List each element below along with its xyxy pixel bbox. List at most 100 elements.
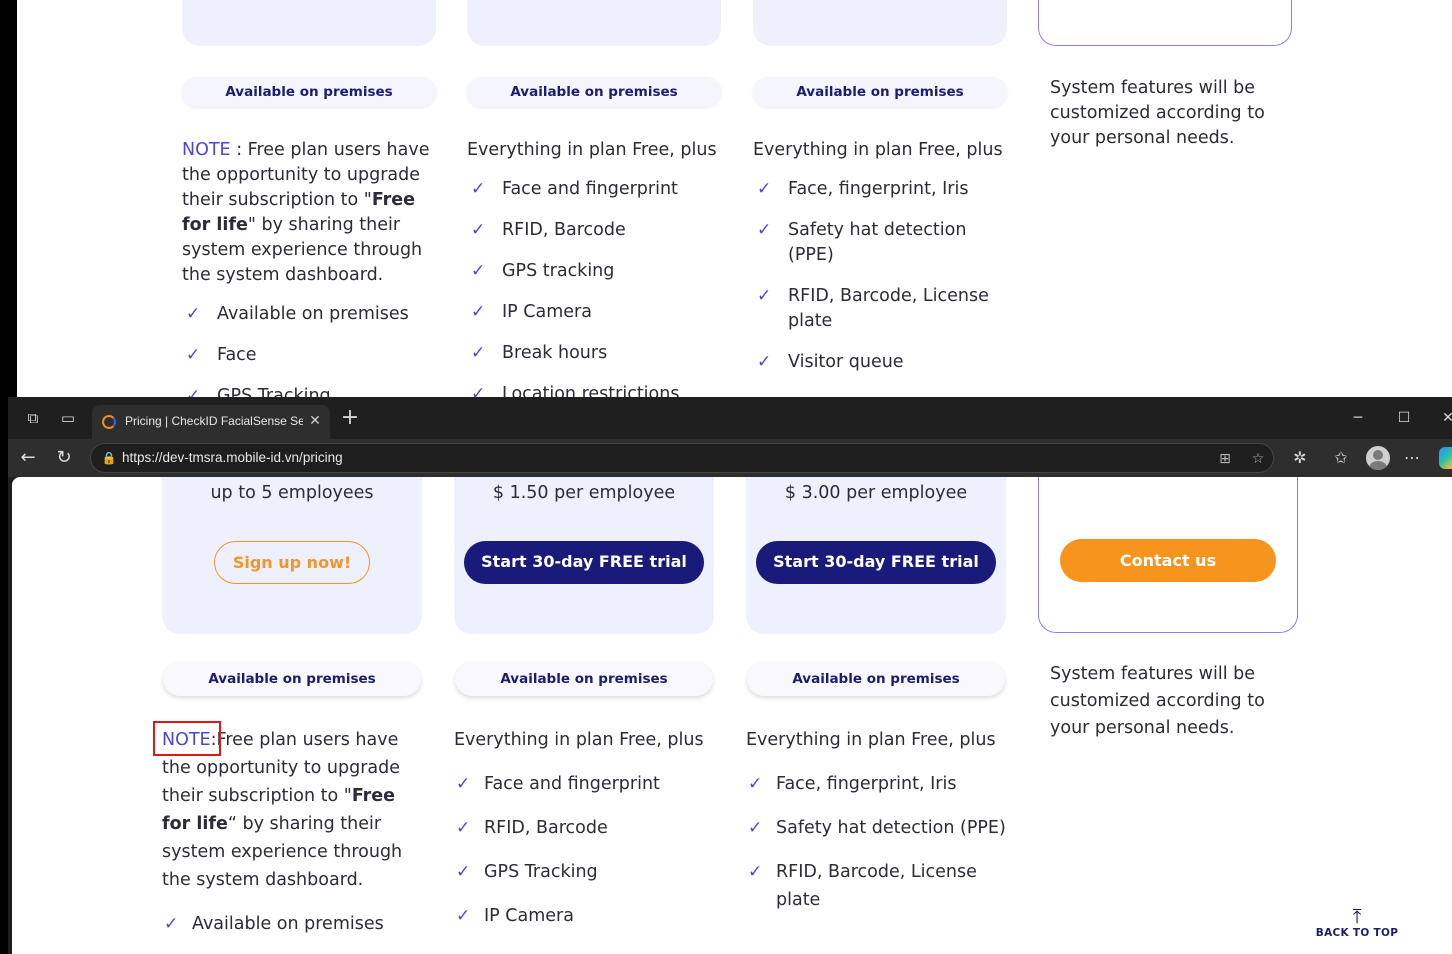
premium-plan-features: Everything in plan Free, plus ✓ Face, fin… bbox=[746, 726, 1008, 930]
check-icon: ✓ bbox=[748, 774, 763, 794]
title-bar: ⧉ ▭ Pricing | CheckID FacialSense Serv ✕… bbox=[8, 397, 1452, 439]
plan-card-enterprise: Contact us bbox=[1038, 477, 1298, 633]
feature-label: Face, fingerprint, Iris bbox=[788, 179, 969, 199]
check-icon: ✓ bbox=[471, 384, 486, 397]
free-plan-features: NOTE:Free plan users have the opportunit… bbox=[162, 726, 417, 954]
check-icon: ✓ bbox=[456, 862, 471, 882]
feature-label: GPS Tracking bbox=[484, 862, 598, 882]
background-pricing-page: Available on premises Available on premi… bbox=[17, 0, 1452, 397]
feature-label: RFID, Barcode, License plate bbox=[776, 862, 977, 910]
close-window-button[interactable]: ✕ bbox=[1428, 405, 1452, 431]
check-icon: ✓ bbox=[471, 261, 486, 281]
enterprise-description: System features will be customized accor… bbox=[1050, 664, 1265, 738]
list-item: ✓ GPS Tracking bbox=[454, 858, 716, 886]
arrow-up-icon: ⤒ bbox=[1352, 904, 1362, 928]
feature-label: Safety hat detection (PPE) bbox=[776, 818, 1006, 838]
minimize-button[interactable]: ─ bbox=[1338, 405, 1378, 431]
lock-icon[interactable]: 🔒 bbox=[101, 450, 117, 466]
list-item: ✓ Safety hat detection (PPE) bbox=[753, 218, 1015, 268]
list-item: ✓ Location restrictions bbox=[467, 382, 729, 397]
bg-premises-pill: Available on premises bbox=[182, 77, 436, 107]
browser-window: ⧉ ▭ Pricing | CheckID FacialSense Serv ✕… bbox=[8, 397, 1452, 954]
more-menu-icon[interactable]: ⋯ bbox=[1400, 447, 1424, 469]
bg-premium-features: Everything in plan Free, plus ✓ Face, fin… bbox=[753, 138, 1015, 391]
feature-label: RFID, Barcode bbox=[502, 220, 626, 240]
close-tab-icon[interactable]: ✕ bbox=[306, 412, 324, 430]
list-item: ✓ Available on premises bbox=[162, 910, 417, 938]
list-item: ✓ IP Camera bbox=[454, 902, 716, 930]
list-item: ✓ Face, fingerprint, Iris bbox=[753, 177, 1015, 202]
plan-intro: Everything in plan Free, plus bbox=[746, 730, 996, 750]
feature-label: Face and fingerprint bbox=[484, 774, 660, 794]
maximize-button[interactable]: ☐ bbox=[1384, 405, 1424, 431]
list-item: ✓ Face and fingerprint bbox=[467, 177, 729, 202]
app-available-icon[interactable]: ⊞ bbox=[1215, 449, 1235, 469]
feature-label: GPS tracking bbox=[502, 261, 615, 281]
extensions-icon[interactable]: ✲ bbox=[1288, 447, 1312, 469]
bg-note-paragraph: NOTE : Free plan users have the opportun… bbox=[182, 138, 444, 288]
sign-up-button[interactable]: Sign up now! bbox=[214, 541, 370, 584]
list-item: ✓ RFID, Barcode, License plate bbox=[753, 284, 1015, 334]
list-item: ✓ Available on premises bbox=[182, 302, 444, 327]
new-tab-button[interactable]: + bbox=[338, 407, 362, 431]
feature-label: Break hours bbox=[502, 343, 608, 363]
plan-card-premium: $ 3.00 per employee Start 30-day FREE tr… bbox=[746, 477, 1006, 634]
bg-plan-intro: Everything in plan Free, plus bbox=[753, 140, 1003, 160]
check-icon: ✓ bbox=[186, 345, 201, 365]
check-icon: ✓ bbox=[456, 906, 471, 926]
list-item: ✓ IP Camera bbox=[467, 300, 729, 325]
feature-label: Location restrictions bbox=[502, 384, 680, 397]
list-item: ✓ Face and fingerprint bbox=[454, 770, 716, 798]
list-item: ✓ RFID, Barcode, License plate bbox=[746, 858, 1008, 914]
premises-badge: Available on premises bbox=[163, 662, 421, 696]
start-trial-button[interactable]: Start 30-day FREE trial bbox=[756, 541, 996, 584]
back-to-top-button[interactable]: ⤒ BACK TO TOP bbox=[1312, 905, 1402, 949]
list-item: ✓ RFID, Barcode bbox=[454, 814, 716, 842]
check-icon: ✓ bbox=[471, 343, 486, 363]
check-icon: ✓ bbox=[757, 352, 772, 372]
note-highlight-box bbox=[153, 721, 221, 756]
favorite-star-icon[interactable]: ☆ bbox=[1248, 449, 1268, 469]
start-trial-button[interactable]: Start 30-day FREE trial bbox=[464, 541, 704, 584]
bg-plan-intro: Everything in plan Free, plus bbox=[467, 140, 717, 160]
check-icon: ✓ bbox=[164, 914, 179, 934]
tab-title: Pricing | CheckID FacialSense Serv bbox=[125, 414, 303, 428]
url-text[interactable]: https://dev-tmsra.mobile-id.vn/pricing bbox=[122, 450, 343, 465]
feature-label: Available on premises bbox=[217, 304, 409, 324]
profile-avatar[interactable] bbox=[1366, 446, 1390, 470]
workspaces-icon[interactable]: ⧉ bbox=[22, 408, 44, 428]
tab-pricing[interactable]: Pricing | CheckID FacialSense Serv ✕ bbox=[92, 405, 330, 439]
plan-card-free: up to 5 employees Sign up now! bbox=[162, 477, 422, 634]
page-viewport: up to 5 employees Sign up now! $ 1.50 pe… bbox=[12, 477, 1452, 954]
check-icon: ✓ bbox=[186, 304, 201, 324]
feature-label: IP Camera bbox=[502, 302, 592, 322]
tab-actions-icon[interactable]: ▭ bbox=[57, 408, 79, 428]
list-item: ✓ Face bbox=[182, 343, 444, 368]
back-button[interactable]: ← bbox=[15, 446, 41, 470]
plan-card-standard: $ 1.50 per employee Start 30-day FREE tr… bbox=[454, 477, 714, 634]
copilot-icon[interactable] bbox=[1439, 447, 1452, 469]
bg-plan-card-premium bbox=[753, 0, 1007, 46]
bg-free-features: NOTE : Free plan users have the opportun… bbox=[182, 138, 444, 397]
check-icon: ✓ bbox=[748, 818, 763, 838]
feature-label: Face and fingerprint bbox=[502, 179, 678, 199]
desktop-strip bbox=[0, 0, 17, 397]
premises-badge: Available on premises bbox=[747, 662, 1005, 696]
bg-standard-features: Everything in plan Free, plus ✓ Face and … bbox=[467, 138, 729, 397]
browser-toolbar: ← ↻ 🔒 https://dev-tmsra.mobile-id.vn/pri… bbox=[8, 439, 1452, 477]
refresh-button[interactable]: ↻ bbox=[51, 446, 77, 470]
check-icon: ✓ bbox=[757, 179, 772, 199]
list-item: ✓ Safety hat detection (PPE) bbox=[746, 814, 1008, 842]
site-favicon-icon bbox=[102, 415, 116, 429]
favorites-icon[interactable]: ✩ bbox=[1329, 447, 1353, 469]
address-bar[interactable]: 🔒 https://dev-tmsra.mobile-id.vn/pricing… bbox=[90, 443, 1274, 473]
list-item: ✓ GPS tracking bbox=[467, 259, 729, 284]
bg-note-sep: : bbox=[230, 140, 248, 160]
feature-label: Face bbox=[217, 345, 257, 365]
contact-us-button[interactable]: Contact us bbox=[1060, 539, 1276, 582]
back-to-top-label: BACK TO TOP bbox=[1315, 927, 1399, 939]
feature-label: Face, fingerprint, Iris bbox=[776, 774, 957, 794]
bg-note-keyword: NOTE bbox=[182, 140, 231, 160]
check-icon: ✓ bbox=[748, 862, 763, 882]
feature-label: Available on premises bbox=[192, 914, 384, 934]
